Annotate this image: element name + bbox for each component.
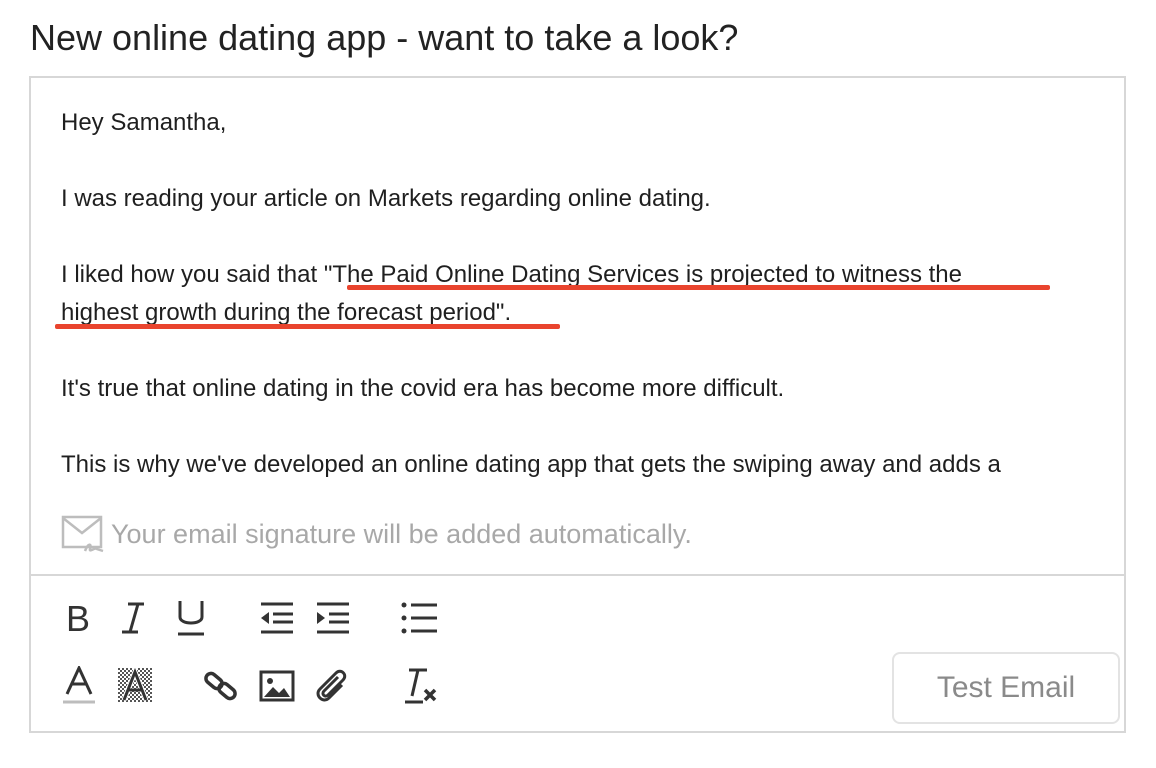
quote-highlight-line-2 <box>55 324 560 329</box>
underline-icon[interactable] <box>171 598 211 638</box>
paragraph-3: It's true that online dating in the covi… <box>61 375 785 402</box>
paragraph-4: This is why we've developed an online da… <box>61 451 1001 478</box>
quote-highlight-line-1 <box>347 285 1050 290</box>
greeting-line: Hey Samantha, <box>61 109 227 136</box>
image-icon[interactable] <box>257 666 297 706</box>
text-color-icon[interactable] <box>59 666 99 706</box>
bold-icon[interactable]: B <box>59 598 99 638</box>
paragraph-2-prefix: I liked how you said that <box>61 261 324 288</box>
bullet-list-icon[interactable] <box>399 598 439 638</box>
paragraph-1: I was reading your article on Markets re… <box>61 185 711 212</box>
italic-icon[interactable] <box>113 598 153 638</box>
quote-line-2: highest growth during the forecast perio… <box>61 299 512 326</box>
formatting-toolbar: B Test Email <box>31 574 1124 731</box>
email-body-area[interactable]: Hey Samantha, I was reading your article… <box>31 78 1124 574</box>
signature-hint: Your email signature will be added autom… <box>61 513 692 555</box>
signature-icon <box>61 513 105 555</box>
email-editor: Hey Samantha, I was reading your article… <box>29 76 1126 733</box>
signature-hint-text: Your email signature will be added autom… <box>111 518 692 549</box>
link-icon[interactable] <box>201 666 241 706</box>
outdent-icon[interactable] <box>257 598 297 638</box>
email-subject[interactable]: New online dating app - want to take a l… <box>30 14 738 62</box>
attachment-icon[interactable] <box>311 666 351 706</box>
highlight-icon[interactable] <box>115 666 155 706</box>
clear-format-icon[interactable] <box>401 666 441 706</box>
svg-text:B: B <box>66 601 90 635</box>
quote-line-1: "The Paid Online Dating Services is proj… <box>323 261 962 288</box>
test-email-button[interactable]: Test Email <box>892 652 1120 724</box>
indent-icon[interactable] <box>313 598 353 638</box>
